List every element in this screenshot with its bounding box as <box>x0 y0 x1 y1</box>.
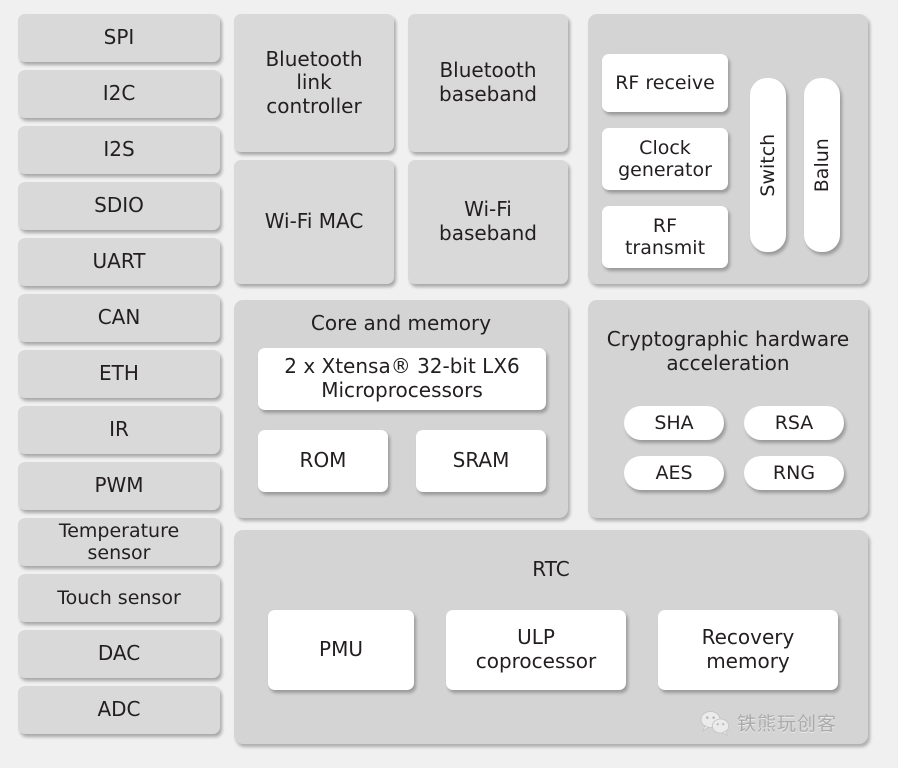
peripheral-dac[interactable]: DAC <box>18 630 220 678</box>
rf-switch-label: Switch <box>756 133 779 197</box>
rf-switch-block[interactable]: Switch <box>750 78 786 252</box>
rf-transmit-block[interactable]: RF transmit <box>602 206 728 268</box>
ulp-coprocessor-block[interactable]: ULP coprocessor <box>446 610 626 690</box>
crypto-aes-block[interactable]: AES <box>624 456 724 490</box>
peripheral-i2s[interactable]: I2S <box>18 126 220 174</box>
peripheral-temperature-sensor[interactable]: Temperature sensor <box>18 518 220 566</box>
bluetooth-baseband-block[interactable]: Bluetooth baseband <box>408 14 568 152</box>
peripheral-ir[interactable]: IR <box>18 406 220 454</box>
rtc-title: RTC <box>532 557 570 581</box>
rf-balun-label: Balun <box>810 137 833 193</box>
wifi-mac-block[interactable]: Wi-Fi MAC <box>234 160 394 284</box>
rf-balun-block[interactable]: Balun <box>804 78 840 252</box>
core-and-memory-panel: Core and memory 2 x Xtensa® 32-bit LX6 M… <box>234 300 568 518</box>
peripheral-spi[interactable]: SPI <box>18 14 220 62</box>
microprocessors-block[interactable]: 2 x Xtensa® 32-bit LX6 Microprocessors <box>258 348 546 410</box>
rf-panel: RF receive Clock generator RF transmit S… <box>588 14 868 284</box>
pmu-block[interactable]: PMU <box>268 610 414 690</box>
peripheral-uart[interactable]: UART <box>18 238 220 286</box>
crypto-panel: Cryptographic hardware acceleration SHA … <box>588 300 868 518</box>
peripheral-i2c[interactable]: I2C <box>18 70 220 118</box>
clock-generator-block[interactable]: Clock generator <box>602 128 728 190</box>
rf-receive-block[interactable]: RF receive <box>602 54 728 112</box>
core-and-memory-title: Core and memory <box>310 311 492 335</box>
peripheral-adc[interactable]: ADC <box>18 686 220 734</box>
crypto-rsa-block[interactable]: RSA <box>744 406 844 440</box>
peripheral-sdio[interactable]: SDIO <box>18 182 220 230</box>
watermark-text: 铁熊玩创客 <box>737 713 838 735</box>
wifi-baseband-block[interactable]: Wi-Fi baseband <box>408 160 568 284</box>
crypto-title: Cryptographic hardware acceleration <box>606 327 850 375</box>
recovery-memory-block[interactable]: Recovery memory <box>658 610 838 690</box>
watermark: 铁熊玩创客 <box>700 709 837 736</box>
crypto-sha-block[interactable]: SHA <box>624 406 724 440</box>
sram-block[interactable]: SRAM <box>416 430 546 492</box>
peripheral-pwm[interactable]: PWM <box>18 462 220 510</box>
peripheral-touch-sensor[interactable]: Touch sensor <box>18 574 220 622</box>
crypto-rng-block[interactable]: RNG <box>744 456 844 490</box>
bluetooth-link-controller-block[interactable]: Bluetooth link controller <box>234 14 394 152</box>
peripheral-eth[interactable]: ETH <box>18 350 220 398</box>
rom-block[interactable]: ROM <box>258 430 388 492</box>
wechat-icon <box>700 710 730 736</box>
peripheral-can[interactable]: CAN <box>18 294 220 342</box>
